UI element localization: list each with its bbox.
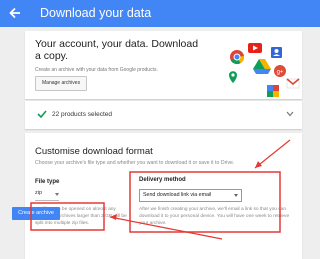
format-subtitle: Choose your archive's file type and whet… — [35, 160, 235, 166]
dropdown-arrow-icon — [55, 193, 59, 196]
delivery-method-select[interactable]: Send download link via email — [139, 189, 242, 202]
drive-icon — [253, 59, 271, 74]
intro-subtitle: Create an archive with your data from Go… — [35, 67, 158, 73]
intro-headline: Your account, your data. Download a copy… — [35, 38, 199, 62]
products-selected-row[interactable]: 22 products selected — [25, 101, 302, 129]
products-count: 22 products selected — [52, 111, 112, 118]
delivery-method-label: Delivery method — [139, 177, 186, 183]
dropdown-arrow-icon — [234, 194, 238, 197]
back-arrow-icon[interactable] — [8, 6, 22, 20]
create-archive-button[interactable]: Create archive — [12, 207, 60, 220]
maps-icon — [229, 71, 237, 83]
gmail-icon — [286, 78, 300, 89]
file-type-value: zip — [35, 190, 43, 196]
download-format-card: Customise download format Choose your ar… — [25, 133, 302, 259]
photos-icon — [267, 85, 279, 97]
contacts-icon — [271, 47, 282, 58]
file-type-select[interactable]: zip — [35, 190, 59, 201]
delivery-method-help: After we finish creating your archive, w… — [139, 207, 290, 226]
youtube-icon — [248, 43, 262, 53]
intro-card: Your account, your data. Download a copy… — [25, 31, 302, 99]
svg-text:g+: g+ — [277, 70, 284, 76]
google-products-logos: g+ — [229, 43, 300, 97]
chevron-down-icon[interactable] — [286, 111, 294, 117]
page-title: Download your data — [40, 6, 152, 20]
google-plus-icon: g+ — [274, 65, 286, 77]
app-header: Download your data — [0, 0, 320, 27]
file-type-label: File type — [35, 179, 60, 185]
delivery-method-value: Send download link via email — [143, 192, 212, 198]
manage-archives-button[interactable]: Manage archives — [35, 76, 88, 91]
format-title: Customise download format — [35, 146, 153, 157]
chrome-icon — [230, 50, 244, 65]
check-icon — [37, 110, 47, 118]
